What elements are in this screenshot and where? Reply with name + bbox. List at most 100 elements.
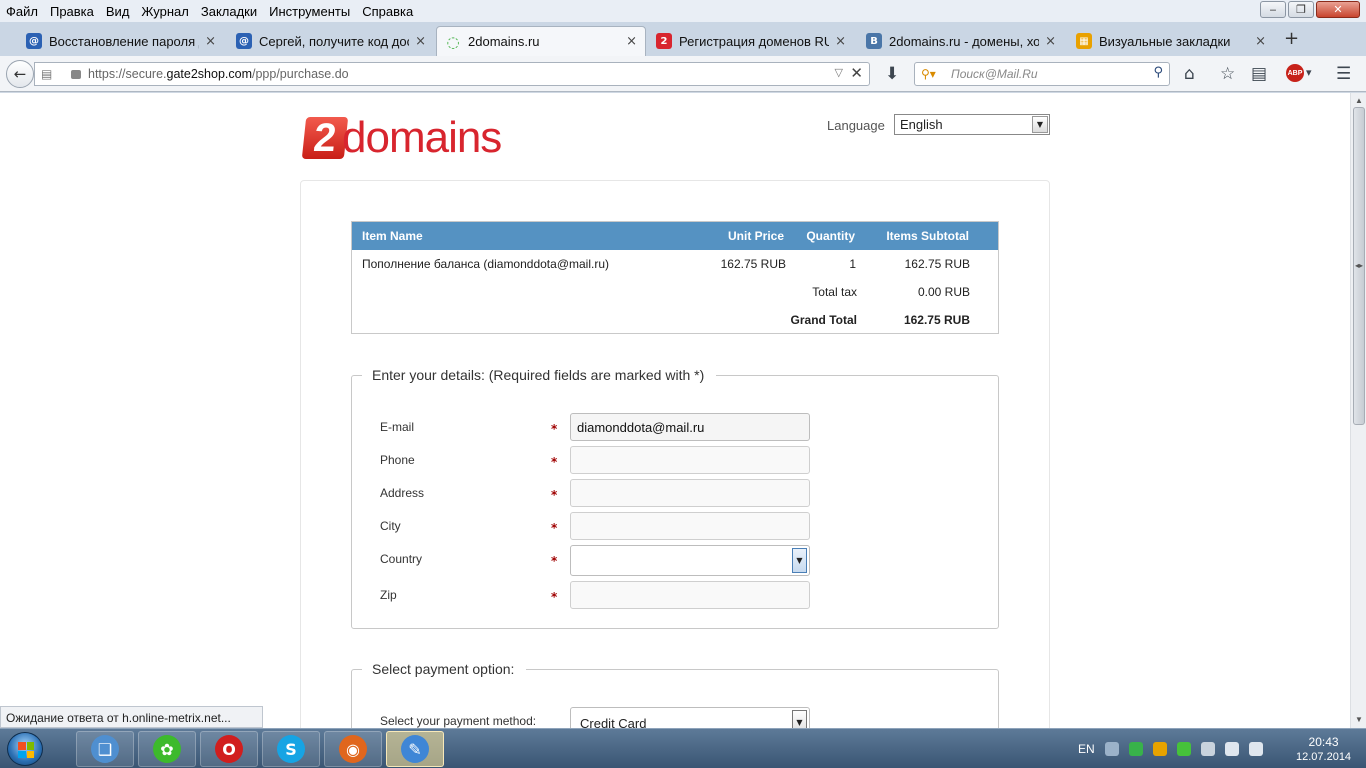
taskbar-paint[interactable]: ✎ [386,731,444,767]
loading-spinner-icon: ◌ [446,32,460,51]
2domains-icon: 2 [656,33,672,49]
system-clock[interactable]: 20:43 12.07.2014 [1296,735,1351,765]
explorer-icon: ❑ [91,735,119,763]
mail-ru-icon: @ [26,33,42,49]
adblock-dropdown-icon[interactable]: ▾ [1306,66,1312,79]
tab-close-icon[interactable]: × [835,34,846,49]
adblock-icon[interactable]: ABP [1286,64,1304,82]
menu-help[interactable]: Справка [356,4,419,19]
close-window-button[interactable]: ✕ [1316,1,1360,18]
required-marker: * [551,521,558,535]
payment-method-label: Select your payment method: [380,714,537,728]
taskbar-explorer[interactable]: ❑ [76,731,134,767]
header-item-name: Item Name [362,229,423,243]
page-identity-icon[interactable]: ▤ [41,67,52,81]
status-bar: Ожидание ответа от h.online-metrix.net..… [0,706,263,728]
search-icon[interactable]: ⚲ [1153,65,1163,80]
flag-tray-icon[interactable] [1200,742,1215,756]
chevron-down-icon[interactable]: ▼ [1032,116,1048,133]
chevron-down-icon[interactable]: ▼ [792,710,807,728]
2domains-logo[interactable]: 2 domains [301,113,524,162]
lock-icon [71,69,81,79]
country-select[interactable]: ▼ [570,545,810,576]
url-history-dropdown-icon[interactable]: ▽ [835,66,843,79]
navigation-bar: ▤ https://secure.gate2shop.com/ppp/purch… [0,56,1366,92]
input-language[interactable]: EN [1078,742,1095,756]
total-tax-label: Total tax [812,285,857,299]
city-field[interactable] [570,512,810,540]
item-quantity: 1 [849,257,856,271]
tab-close-icon[interactable]: × [205,34,216,49]
payment-method-select[interactable]: Credit Card ▼ [570,707,810,728]
taskbar-firefox[interactable]: ◉ [324,731,382,767]
firefox-icon: ◉ [339,735,367,763]
menu-bookmarks[interactable]: Закладки [195,4,263,19]
volume-icon[interactable] [1224,742,1239,756]
bookmarks-list-icon[interactable]: ▤ [1251,64,1267,84]
menu-view[interactable]: Вид [100,4,136,19]
security-tray-icon[interactable] [1128,742,1143,756]
tab-title: 2domains.ru [468,34,540,49]
vk-icon: B [866,33,882,49]
address-label: Address [380,486,425,500]
tab-visual-bookmarks[interactable]: ▦ Визуальные закладки × [1068,26,1274,56]
windows-logo-icon [18,742,34,758]
home-icon[interactable]: ⌂ [1184,64,1195,84]
tab-close-icon[interactable]: × [1045,34,1056,49]
tab-title: Восстановление пароля д... [49,33,199,49]
icq-tray-icon[interactable] [1176,742,1191,756]
tab-title: Регистрация доменов RU ... [679,33,830,49]
taskbar-opera[interactable]: O [200,731,258,767]
vertical-scrollbar[interactable]: ▲ ◂▸ ▼ [1350,93,1366,728]
network-tray-icon[interactable] [1104,742,1119,756]
details-legend: Enter your details: (Required fields are… [372,367,705,383]
chevron-down-icon[interactable]: ▼ [792,548,807,573]
new-tab-button[interactable]: + [1284,28,1299,49]
required-marker: * [551,590,558,604]
search-input[interactable]: Поиск@Mail.Ru [951,67,1038,81]
tab-2domains[interactable]: ◌ 2domains.ru × [436,26,646,56]
signal-icon[interactable] [1248,742,1263,756]
search-engine-icon[interactable]: ⚲▾ [921,67,941,81]
start-button[interactable] [7,732,43,766]
language-select[interactable]: English ▼ [894,114,1050,135]
email-field[interactable]: diamonddota@mail.ru [570,413,810,441]
menu-edit[interactable]: Правка [44,4,100,19]
menu-tools[interactable]: Инструменты [263,4,356,19]
menu-icon[interactable]: ☰ [1336,64,1351,84]
taskbar-skype[interactable]: S [262,731,320,767]
updater-tray-icon[interactable] [1152,742,1167,756]
back-button[interactable]: ← [6,60,34,88]
tab-sergey-code[interactable]: @ Сергей, получите код дос... × [228,26,434,56]
tab-2domains-vk[interactable]: B 2domains.ru - домены, хо... × [858,26,1064,56]
phone-field[interactable] [570,446,810,474]
item-subtotal: 162.75 RUB [904,257,970,271]
url-text[interactable]: https://secure.gate2shop.com/ppp/purchas… [88,67,349,81]
url-bar[interactable]: ▤ https://secure.gate2shop.com/ppp/purch… [34,62,870,86]
item-name: Пополнение баланса (diamonddota@mail.ru) [362,257,609,271]
logo-word: domains [342,113,502,162]
tab-close-icon[interactable]: × [1255,34,1266,49]
tab-title: Сергей, получите код дос... [259,33,410,49]
bookmark-star-icon[interactable]: ☆ [1220,64,1235,84]
menu-file[interactable]: Файл [0,4,44,19]
download-icon[interactable]: ⬇ [885,64,899,84]
search-bar[interactable]: ⚲▾ Поиск@Mail.Ru ⚲ [914,62,1170,86]
grand-total-label: Grand Total [790,313,857,327]
tab-close-icon[interactable]: × [415,34,426,49]
tab-password-recovery[interactable]: @ Восстановление пароля д... × [18,26,224,56]
address-field[interactable] [570,479,810,507]
scroll-down-icon[interactable]: ▼ [1355,715,1363,724]
menu-history[interactable]: Журнал [135,4,194,19]
taskbar-icq[interactable]: ✿ [138,731,196,767]
minimize-button[interactable]: ‒ [1260,1,1286,18]
scroll-up-icon[interactable]: ▲ [1355,96,1363,105]
maximize-button[interactable]: ❐ [1288,1,1314,18]
tab-domain-registration[interactable]: 2 Регистрация доменов RU ... × [648,26,854,56]
tab-title: Визуальные закладки [1099,33,1231,49]
window-controls: ‒ ❐ ✕ [1260,1,1360,18]
zip-field[interactable] [570,581,810,609]
stop-icon[interactable]: ✕ [850,64,863,82]
scroll-grip-icon: ◂▸ [1355,261,1364,270]
tab-close-icon[interactable]: × [626,34,637,49]
